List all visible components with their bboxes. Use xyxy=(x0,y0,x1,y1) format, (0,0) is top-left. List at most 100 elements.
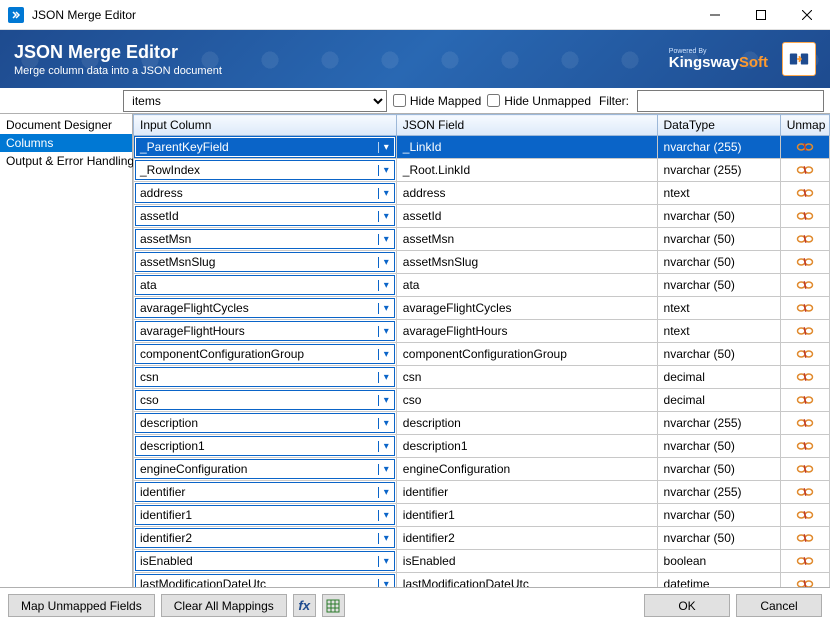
input-column-combo[interactable]: identifier▾ xyxy=(135,482,395,502)
sidebar-item[interactable]: Document Designer xyxy=(0,116,132,134)
table-row[interactable]: csn▾csndecimal xyxy=(134,366,830,389)
input-column-combo[interactable]: avarageFlightHours▾ xyxy=(135,321,395,341)
sidebar-item[interactable]: Columns xyxy=(0,134,132,152)
chevron-down-icon[interactable]: ▾ xyxy=(378,257,394,268)
input-column-combo[interactable]: assetMsnSlug▾ xyxy=(135,252,395,272)
hide-mapped-checkbox[interactable]: Hide Mapped xyxy=(393,90,481,111)
table-row[interactable]: identifier2▾identifier2nvarchar (50) xyxy=(134,527,830,550)
expression-button[interactable]: fx xyxy=(293,594,316,617)
unmap-icon[interactable] xyxy=(796,324,814,338)
chevron-down-icon[interactable]: ▾ xyxy=(378,533,394,544)
unmap-icon[interactable] xyxy=(796,347,814,361)
section-select[interactable]: items xyxy=(123,90,387,112)
chevron-down-icon[interactable]: ▾ xyxy=(378,510,394,521)
ok-button[interactable]: OK xyxy=(644,594,730,617)
table-row[interactable]: avarageFlightCycles▾avarageFlightCyclesn… xyxy=(134,297,830,320)
unmap-icon[interactable] xyxy=(796,485,814,499)
input-column-combo[interactable]: assetId▾ xyxy=(135,206,395,226)
input-column-combo[interactable]: componentConfigurationGroup▾ xyxy=(135,344,395,364)
header-unmap[interactable]: Unmap xyxy=(780,115,829,136)
table-row[interactable]: engineConfiguration▾engineConfigurationn… xyxy=(134,458,830,481)
clear-all-mappings-button[interactable]: Clear All Mappings xyxy=(161,594,287,617)
table-row[interactable]: identifier1▾identifier1nvarchar (50) xyxy=(134,504,830,527)
table-row[interactable]: ata▾atanvarchar (50) xyxy=(134,274,830,297)
chevron-down-icon[interactable]: ▾ xyxy=(378,418,394,429)
input-column-combo[interactable]: isEnabled▾ xyxy=(135,551,395,571)
table-row[interactable]: isEnabled▾isEnabledboolean xyxy=(134,550,830,573)
unmap-icon[interactable] xyxy=(796,577,814,587)
table-row[interactable]: address▾addressntext xyxy=(134,182,830,205)
input-column-combo[interactable]: identifier2▾ xyxy=(135,528,395,548)
maximize-button[interactable] xyxy=(738,0,784,30)
table-row[interactable]: description1▾description1nvarchar (50) xyxy=(134,435,830,458)
input-column-combo[interactable]: ata▾ xyxy=(135,275,395,295)
chevron-down-icon[interactable]: ▾ xyxy=(378,556,394,567)
chevron-down-icon[interactable]: ▾ xyxy=(378,303,394,314)
unmap-icon[interactable] xyxy=(796,232,814,246)
chevron-down-icon[interactable]: ▾ xyxy=(378,188,394,199)
table-row[interactable]: assetMsnSlug▾assetMsnSlugnvarchar (50) xyxy=(134,251,830,274)
unmap-icon[interactable] xyxy=(796,439,814,453)
input-column-combo[interactable]: _ParentKeyField▾ xyxy=(135,137,395,157)
unmap-icon[interactable] xyxy=(796,554,814,568)
input-column-combo[interactable]: lastModificationDateUtc▾ xyxy=(135,574,395,587)
table-row[interactable]: lastModificationDateUtc▾lastModification… xyxy=(134,573,830,588)
chevron-down-icon[interactable]: ▾ xyxy=(378,165,394,176)
unmap-icon[interactable] xyxy=(796,416,814,430)
grid-scroll[interactable]: Input Column JSON Field DataType Unmap _… xyxy=(133,114,830,587)
sidebar-item[interactable]: Output & Error Handling xyxy=(0,152,132,170)
map-unmapped-button[interactable]: Map Unmapped Fields xyxy=(8,594,155,617)
input-column-combo[interactable]: description1▾ xyxy=(135,436,395,456)
header-input-column[interactable]: Input Column xyxy=(134,115,397,136)
chevron-down-icon[interactable]: ▾ xyxy=(378,326,394,337)
input-column-combo[interactable]: engineConfiguration▾ xyxy=(135,459,395,479)
grid-options-button[interactable] xyxy=(322,594,345,617)
input-column-combo[interactable]: address▾ xyxy=(135,183,395,203)
unmap-icon[interactable] xyxy=(796,508,814,522)
unmap-icon[interactable] xyxy=(796,163,814,177)
chevron-down-icon[interactable]: ▾ xyxy=(378,579,394,588)
table-row[interactable]: _RowIndex▾_Root.LinkIdnvarchar (255) xyxy=(134,159,830,182)
table-row[interactable]: identifier▾identifiernvarchar (255) xyxy=(134,481,830,504)
table-row[interactable]: componentConfigurationGroup▾componentCon… xyxy=(134,343,830,366)
unmap-icon[interactable] xyxy=(796,209,814,223)
chevron-down-icon[interactable]: ▾ xyxy=(378,487,394,498)
chevron-down-icon[interactable]: ▾ xyxy=(378,349,394,360)
hide-unmapped-checkbox[interactable]: Hide Unmapped xyxy=(487,90,591,111)
input-column-combo[interactable]: avarageFlightCycles▾ xyxy=(135,298,395,318)
unmap-icon[interactable] xyxy=(796,301,814,315)
table-row[interactable]: cso▾csodecimal xyxy=(134,389,830,412)
unmap-icon[interactable] xyxy=(796,186,814,200)
chevron-down-icon[interactable]: ▾ xyxy=(378,234,394,245)
header-datatype[interactable]: DataType xyxy=(657,115,780,136)
filter-input[interactable] xyxy=(637,90,824,112)
chevron-down-icon[interactable]: ▾ xyxy=(378,142,394,153)
input-column-combo[interactable]: cso▾ xyxy=(135,390,395,410)
unmap-icon[interactable] xyxy=(796,140,814,154)
table-row[interactable]: avarageFlightHours▾avarageFlightHoursnte… xyxy=(134,320,830,343)
table-row[interactable]: description▾descriptionnvarchar (255) xyxy=(134,412,830,435)
unmap-icon[interactable] xyxy=(796,255,814,269)
chevron-down-icon[interactable]: ▾ xyxy=(378,211,394,222)
input-column-combo[interactable]: identifier1▾ xyxy=(135,505,395,525)
input-column-combo[interactable]: description▾ xyxy=(135,413,395,433)
chevron-down-icon[interactable]: ▾ xyxy=(378,464,394,475)
unmap-icon[interactable] xyxy=(796,393,814,407)
unmap-icon[interactable] xyxy=(796,531,814,545)
chevron-down-icon[interactable]: ▾ xyxy=(378,372,394,383)
chevron-down-icon[interactable]: ▾ xyxy=(378,280,394,291)
cancel-button[interactable]: Cancel xyxy=(736,594,822,617)
table-row[interactable]: _ParentKeyField▾_LinkIdnvarchar (255) xyxy=(134,136,830,159)
close-button[interactable] xyxy=(784,0,830,30)
unmap-icon[interactable] xyxy=(796,462,814,476)
minimize-button[interactable] xyxy=(692,0,738,30)
chevron-down-icon[interactable]: ▾ xyxy=(378,395,394,406)
table-row[interactable]: assetId▾assetIdnvarchar (50) xyxy=(134,205,830,228)
input-column-combo[interactable]: assetMsn▾ xyxy=(135,229,395,249)
unmap-icon[interactable] xyxy=(796,278,814,292)
input-column-combo[interactable]: csn▾ xyxy=(135,367,395,387)
input-column-combo[interactable]: _RowIndex▾ xyxy=(135,160,395,180)
unmap-icon[interactable] xyxy=(796,370,814,384)
table-row[interactable]: assetMsn▾assetMsnnvarchar (50) xyxy=(134,228,830,251)
header-json-field[interactable]: JSON Field xyxy=(396,115,657,136)
